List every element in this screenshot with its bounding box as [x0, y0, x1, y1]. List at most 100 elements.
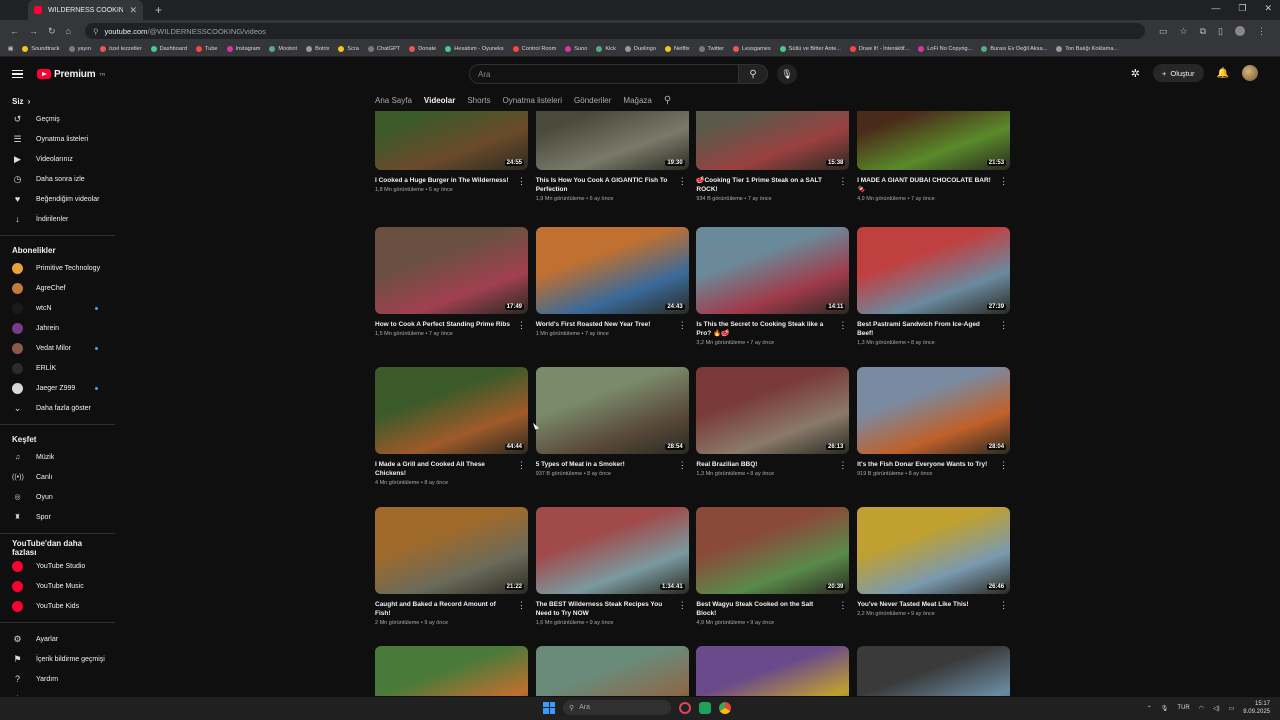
video-card[interactable]: 24:43 World's First Roasted New Year Tree… — [535, 227, 689, 337]
subscription-item[interactable]: Vedat Milor — [0, 338, 118, 358]
video-thumbnail[interactable]: 15:38 — [696, 111, 850, 170]
subscription-item[interactable]: Jaeger Z999 — [0, 378, 118, 398]
video-card[interactable]: 17:49 How to Cook A Perfect Standing Prim… — [375, 227, 528, 337]
video-title[interactable]: I Made a Grill and Cooked All These Chic… — [375, 460, 513, 478]
mic-tray-icon[interactable]: 🎙 — [1161, 705, 1169, 712]
video-thumbnail[interactable]: 26:13 — [696, 367, 850, 454]
bookmark-item[interactable]: Netflix — [665, 46, 690, 52]
more-options-icon[interactable]: ⋮ — [999, 460, 1008, 471]
video-title[interactable]: Best Wagyu Steak Cooked on the Salt Bloc… — [696, 600, 834, 618]
more-options-icon[interactable]: ⋮ — [999, 600, 1008, 611]
video-thumbnail[interactable]: 20:39 — [696, 507, 850, 594]
more-options-icon[interactable]: ⋮ — [838, 320, 847, 331]
sidebar-item-i̇ndirilenler[interactable]: ↓ İndirilenler — [0, 209, 118, 229]
video-thumbnail[interactable]: 17:49 — [375, 227, 528, 314]
more-options-icon[interactable]: ⋮ — [517, 320, 526, 331]
explore-item[interactable]: ((•)) Canlı — [0, 467, 118, 487]
subscription-item[interactable]: Primitive Technology — [0, 258, 118, 278]
video-card[interactable]: 26:13 Real Brazilian BBQ! 1,3 Mn görüntüle… — [696, 367, 850, 477]
sidebar-item-beğendiğim-videolar[interactable]: ♥ Beğendiğim videolar — [0, 189, 118, 209]
video-title[interactable]: Caught and Baked a Record Amount of Fish… — [375, 600, 513, 618]
battery-icon[interactable]: ▭ — [1229, 705, 1235, 712]
video-card[interactable] — [375, 646, 528, 696]
language-indicator[interactable]: TUR — [1177, 705, 1189, 711]
sidebar-item-videolarınız[interactable]: ▶ Videolarınız — [0, 149, 118, 169]
more-youtube-item[interactable]: YouTube Kids — [0, 596, 118, 616]
more-options-icon[interactable]: ⋮ — [838, 460, 847, 471]
video-title[interactable]: The BEST Wilderness Steak Recipes You Ne… — [536, 600, 674, 618]
bookmark-item[interactable]: Botrix — [306, 46, 329, 52]
tab-mağaza[interactable]: Mağaza — [623, 96, 651, 105]
bookmark-item[interactable]: özel lezzetler — [99, 46, 142, 52]
home-icon[interactable]: ⌂ — [66, 26, 71, 37]
bookmark-item[interactable]: Instagram — [226, 46, 260, 52]
explore-item[interactable]: ♫ Müzik — [0, 447, 118, 467]
bookmark-item[interactable]: Scra — [338, 46, 359, 52]
more-youtube-item[interactable]: YouTube Music — [0, 576, 118, 596]
bookmark-item[interactable]: Twitter — [698, 46, 724, 52]
youtube-premium-logo[interactable]: Premium TR — [37, 69, 105, 80]
volume-icon[interactable]: ◁) — [1213, 705, 1220, 712]
windows-start-icon[interactable] — [543, 701, 555, 714]
subscription-item[interactable]: Jahrein — [0, 318, 118, 338]
video-title[interactable]: This Is How You Cook A GIGANTIC Fish To … — [536, 176, 674, 194]
voice-search-button[interactable]: 🎙 — [777, 64, 797, 84]
extensions-icon[interactable]: ⧉ — [1200, 26, 1206, 37]
more-options-icon[interactable]: ⋮ — [517, 176, 526, 187]
video-thumbnail[interactable] — [535, 646, 689, 696]
video-thumbnail[interactable]: 44:44 — [375, 367, 528, 454]
bookmark-item[interactable]: Donate — [409, 46, 436, 52]
explore-header[interactable]: Keşfet — [0, 431, 118, 447]
subscriptions-header[interactable]: Abonelikler — [0, 242, 118, 258]
video-card[interactable]: 1:34:41 The BEST Wilderness Steak Recipes… — [535, 507, 689, 626]
more-options-icon[interactable]: ⋮ — [678, 460, 687, 471]
video-thumbnail[interactable]: 27:39 — [857, 227, 1011, 314]
sidebar-item-geçmiş[interactable]: ↺ Geçmiş — [0, 109, 118, 129]
bookmark-item[interactable]: Ton Balığı Koklama... — [1056, 46, 1118, 52]
video-thumbnail[interactable]: 21:22 — [375, 507, 528, 594]
video-card[interactable]: 27:39 Best Pastrami Sandwich From Ice-Age… — [857, 227, 1011, 346]
bookmark-item[interactable]: Duolingo — [624, 46, 656, 52]
bookmark-item[interactable]: Lessgames — [733, 46, 771, 52]
cast-icon[interactable]: ▭ — [1159, 26, 1168, 37]
subscription-item[interactable]: AgreChef — [0, 278, 118, 298]
account-avatar[interactable] — [1242, 65, 1258, 81]
video-title[interactable]: I MADE A GIANT DUBAI CHOCOLATE BAR! 🍫 — [857, 176, 995, 194]
menu-icon[interactable] — [12, 70, 23, 78]
settings-item[interactable]: ? Yardım — [0, 669, 118, 689]
tab-shorts[interactable]: Shorts — [467, 96, 490, 105]
customize-icon[interactable]: ✲ — [1131, 67, 1140, 80]
explore-item[interactable]: ◎ Oyun — [0, 487, 118, 507]
tray-chevron-icon[interactable]: ⌃ — [1147, 705, 1152, 712]
video-thumbnail[interactable]: 28:04 — [857, 367, 1011, 454]
more-options-icon[interactable]: ⋮ — [999, 176, 1008, 187]
video-thumbnail[interactable]: 1:34:41 — [535, 507, 689, 594]
close-tab-icon[interactable]: ✕ — [129, 5, 137, 16]
reload-icon[interactable]: ↻ — [48, 26, 56, 37]
sidebar-you-header[interactable]: Siz › — [0, 93, 118, 109]
video-thumbnail[interactable]: 24:55 — [375, 111, 528, 170]
settings-item[interactable]: ! Geri bildirim gönder — [0, 689, 118, 696]
close-window-icon[interactable]: ✕ — [1264, 3, 1272, 14]
video-card[interactable]: 14:11 Is This the Secret to Cooking Steak… — [696, 227, 850, 346]
taskbar-search[interactable]: ⚲ Ara — [563, 700, 671, 715]
tab-gönderiler[interactable]: Gönderiler — [574, 96, 611, 105]
more-options-icon[interactable]: ⋮ — [678, 176, 687, 187]
bookmark-item[interactable]: ChatGPT — [367, 46, 400, 52]
video-title[interactable]: Real Brazilian BBQ! — [696, 460, 834, 469]
video-card[interactable]: 19:30 This Is How You Cook A GIGANTIC Fis… — [535, 111, 689, 202]
explore-item[interactable]: ♜ Spor — [0, 507, 118, 527]
more-options-icon[interactable]: ⋮ — [999, 320, 1008, 331]
notifications-bell-icon[interactable]: 🔔 — [1217, 68, 1229, 79]
settings-item[interactable]: ⚑ İçerik bildirme geçmişi — [0, 649, 118, 669]
bookmark-item[interactable]: Hesabım - Oyuneks — [445, 46, 504, 52]
search-button[interactable]: ⚲ — [738, 64, 768, 84]
video-title[interactable]: How to Cook A Perfect Standing Prime Rib… — [375, 320, 513, 329]
tab-ana-sayfa[interactable]: Ana Sayfa — [375, 96, 412, 105]
video-card[interactable] — [535, 646, 689, 696]
bookmark-item[interactable]: Dashboard — [150, 46, 187, 52]
video-title[interactable]: 🥩Cooking Tier 1 Prime Steak on a SALT RO… — [696, 176, 834, 194]
new-tab-icon[interactable]: + — [155, 3, 162, 17]
back-icon[interactable]: ← — [10, 26, 19, 37]
app-green-icon[interactable] — [699, 701, 711, 714]
